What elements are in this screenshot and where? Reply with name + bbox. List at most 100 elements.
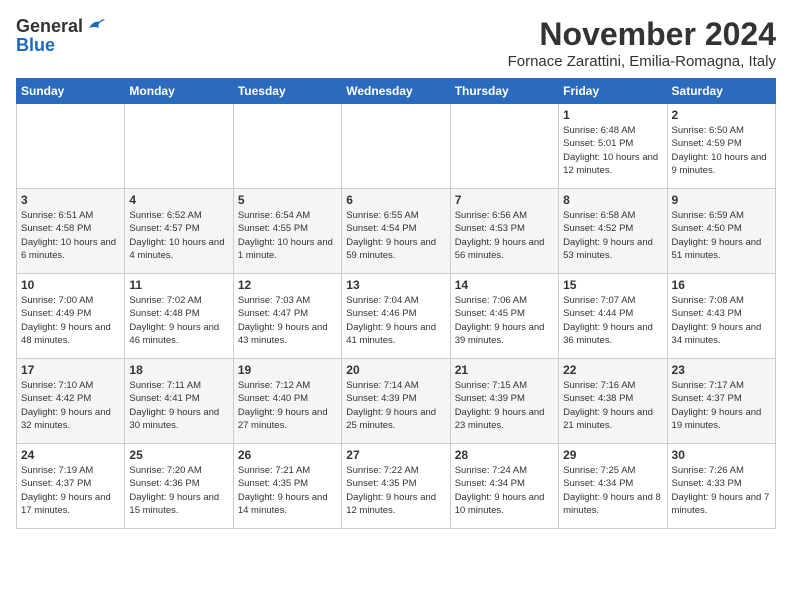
day-info: Sunrise: 7:26 AM Sunset: 4:33 PM Dayligh…	[672, 464, 771, 517]
calendar-cell: 17Sunrise: 7:10 AM Sunset: 4:42 PM Dayli…	[17, 359, 125, 444]
calendar-cell: 15 Sunrise: 7:07 AM Sunset: 4:44 PM Dayli…	[559, 274, 667, 359]
day-info: Sunrise: 7:14 AM Sunset: 4:39 PM Dayligh…	[346, 379, 445, 432]
weekday-header-saturday: Saturday	[667, 79, 775, 104]
day-number: 7	[455, 193, 554, 207]
calendar-cell: 5Sunrise: 6:54 AM Sunset: 4:55 PM Daylig…	[233, 189, 341, 274]
logo-blue: Blue	[16, 36, 55, 54]
day-number: 11	[129, 278, 228, 292]
day-info: Sunrise: 7:15 AM Sunset: 4:39 PM Dayligh…	[455, 379, 554, 432]
day-info: Sunrise: 7:00 AM Sunset: 4:49 PM Dayligh…	[21, 294, 120, 347]
calendar-table: SundayMondayTuesdayWednesdayThursdayFrid…	[16, 78, 776, 529]
calendar-cell: 28 Sunrise: 7:24 AM Sunset: 4:34 PM Dayli…	[450, 444, 558, 529]
weekday-header-friday: Friday	[559, 79, 667, 104]
calendar-cell: 19 Sunrise: 7:12 AM Sunset: 4:40 PM Dayli…	[233, 359, 341, 444]
day-info: Sunrise: 7:12 AM Sunset: 4:40 PM Dayligh…	[238, 379, 337, 432]
day-number: 15	[563, 278, 662, 292]
day-number: 29	[563, 448, 662, 462]
calendar-cell: 1Sunrise: 6:48 AM Sunset: 5:01 PM Daylig…	[559, 104, 667, 189]
weekday-header-sunday: Sunday	[17, 79, 125, 104]
calendar-week-row: 17Sunrise: 7:10 AM Sunset: 4:42 PM Dayli…	[17, 359, 776, 444]
day-info: Sunrise: 7:08 AM Sunset: 4:43 PM Dayligh…	[672, 294, 771, 347]
calendar-cell: 22 Sunrise: 7:16 AM Sunset: 4:38 PM Dayli…	[559, 359, 667, 444]
day-info: Sunrise: 7:07 AM Sunset: 4:44 PM Dayligh…	[563, 294, 662, 347]
day-number: 18	[129, 363, 228, 377]
day-info: Sunrise: 7:19 AM Sunset: 4:37 PM Dayligh…	[21, 464, 120, 517]
day-number: 27	[346, 448, 445, 462]
logo-bird-icon	[85, 14, 107, 36]
day-info: Sunrise: 7:17 AM Sunset: 4:37 PM Dayligh…	[672, 379, 771, 432]
logo: General Blue	[16, 16, 107, 54]
day-number: 24	[21, 448, 120, 462]
day-number: 10	[21, 278, 120, 292]
day-number: 30	[672, 448, 771, 462]
day-number: 28	[455, 448, 554, 462]
calendar-cell	[342, 104, 450, 189]
calendar-cell	[450, 104, 558, 189]
day-number: 6	[346, 193, 445, 207]
calendar-cell	[125, 104, 233, 189]
day-number: 22	[563, 363, 662, 377]
day-info: Sunrise: 7:06 AM Sunset: 4:45 PM Dayligh…	[455, 294, 554, 347]
weekday-header-wednesday: Wednesday	[342, 79, 450, 104]
calendar-cell: 8 Sunrise: 6:58 AM Sunset: 4:52 PM Daylig…	[559, 189, 667, 274]
day-info: Sunrise: 7:04 AM Sunset: 4:46 PM Dayligh…	[346, 294, 445, 347]
day-number: 9	[672, 193, 771, 207]
calendar-cell: 21 Sunrise: 7:15 AM Sunset: 4:39 PM Dayli…	[450, 359, 558, 444]
calendar-cell: 3Sunrise: 6:51 AM Sunset: 4:58 PM Daylig…	[17, 189, 125, 274]
calendar-cell: 13 Sunrise: 7:04 AM Sunset: 4:46 PM Dayli…	[342, 274, 450, 359]
weekday-header-tuesday: Tuesday	[233, 79, 341, 104]
day-info: Sunrise: 6:50 AM Sunset: 4:59 PM Dayligh…	[672, 124, 771, 177]
day-info: Sunrise: 7:16 AM Sunset: 4:38 PM Dayligh…	[563, 379, 662, 432]
day-number: 25	[129, 448, 228, 462]
calendar-cell: 27Sunrise: 7:22 AM Sunset: 4:35 PM Dayli…	[342, 444, 450, 529]
weekday-header-thursday: Thursday	[450, 79, 558, 104]
day-number: 8	[563, 193, 662, 207]
calendar-cell: 14 Sunrise: 7:06 AM Sunset: 4:45 PM Dayli…	[450, 274, 558, 359]
calendar-cell: 20 Sunrise: 7:14 AM Sunset: 4:39 PM Dayli…	[342, 359, 450, 444]
calendar-cell: 9 Sunrise: 6:59 AM Sunset: 4:50 PM Daylig…	[667, 189, 775, 274]
calendar-cell: 11 Sunrise: 7:02 AM Sunset: 4:48 PM Dayli…	[125, 274, 233, 359]
day-number: 13	[346, 278, 445, 292]
day-info: Sunrise: 7:21 AM Sunset: 4:35 PM Dayligh…	[238, 464, 337, 517]
day-info: Sunrise: 7:25 AM Sunset: 4:34 PM Dayligh…	[563, 464, 662, 517]
day-info: Sunrise: 7:03 AM Sunset: 4:47 PM Dayligh…	[238, 294, 337, 347]
day-number: 20	[346, 363, 445, 377]
day-info: Sunrise: 7:24 AM Sunset: 4:34 PM Dayligh…	[455, 464, 554, 517]
day-number: 3	[21, 193, 120, 207]
day-number: 16	[672, 278, 771, 292]
calendar-cell: 26Sunrise: 7:21 AM Sunset: 4:35 PM Dayli…	[233, 444, 341, 529]
day-number: 23	[672, 363, 771, 377]
calendar-cell: 10 Sunrise: 7:00 AM Sunset: 4:49 PM Dayli…	[17, 274, 125, 359]
weekday-header-row: SundayMondayTuesdayWednesdayThursdayFrid…	[17, 79, 776, 104]
day-number: 14	[455, 278, 554, 292]
day-number: 19	[238, 363, 337, 377]
calendar-cell: 30 Sunrise: 7:26 AM Sunset: 4:33 PM Dayli…	[667, 444, 775, 529]
day-info: Sunrise: 7:10 AM Sunset: 4:42 PM Dayligh…	[21, 379, 120, 432]
day-info: Sunrise: 7:02 AM Sunset: 4:48 PM Dayligh…	[129, 294, 228, 347]
calendar-cell: 24 Sunrise: 7:19 AM Sunset: 4:37 PM Dayli…	[17, 444, 125, 529]
day-number: 5	[238, 193, 337, 207]
calendar-week-row: 1Sunrise: 6:48 AM Sunset: 5:01 PM Daylig…	[17, 104, 776, 189]
day-info: Sunrise: 6:58 AM Sunset: 4:52 PM Dayligh…	[563, 209, 662, 262]
weekday-header-monday: Monday	[125, 79, 233, 104]
day-number: 2	[672, 108, 771, 122]
day-number: 21	[455, 363, 554, 377]
logo-general: General	[16, 17, 83, 35]
calendar-cell: 12 Sunrise: 7:03 AM Sunset: 4:47 PM Dayli…	[233, 274, 341, 359]
title-area: November 2024 Fornace Zarattini, Emilia-…	[508, 16, 776, 70]
month-title: November 2024	[508, 16, 776, 53]
calendar-week-row: 3Sunrise: 6:51 AM Sunset: 4:58 PM Daylig…	[17, 189, 776, 274]
calendar-cell	[17, 104, 125, 189]
calendar-cell: 2 Sunrise: 6:50 AM Sunset: 4:59 PM Daylig…	[667, 104, 775, 189]
day-info: Sunrise: 6:56 AM Sunset: 4:53 PM Dayligh…	[455, 209, 554, 262]
calendar-cell: 18 Sunrise: 7:11 AM Sunset: 4:41 PM Dayli…	[125, 359, 233, 444]
calendar-cell: 4Sunrise: 6:52 AM Sunset: 4:57 PM Daylig…	[125, 189, 233, 274]
day-info: Sunrise: 6:52 AM Sunset: 4:57 PM Dayligh…	[129, 209, 228, 262]
day-info: Sunrise: 7:11 AM Sunset: 4:41 PM Dayligh…	[129, 379, 228, 432]
day-info: Sunrise: 6:59 AM Sunset: 4:50 PM Dayligh…	[672, 209, 771, 262]
calendar-week-row: 24 Sunrise: 7:19 AM Sunset: 4:37 PM Dayli…	[17, 444, 776, 529]
page-header: General Blue November 2024 Fornace Zarat…	[16, 16, 776, 70]
day-number: 12	[238, 278, 337, 292]
calendar-cell: 6Sunrise: 6:55 AM Sunset: 4:54 PM Daylig…	[342, 189, 450, 274]
calendar-cell: 29 Sunrise: 7:25 AM Sunset: 4:34 PM Dayli…	[559, 444, 667, 529]
